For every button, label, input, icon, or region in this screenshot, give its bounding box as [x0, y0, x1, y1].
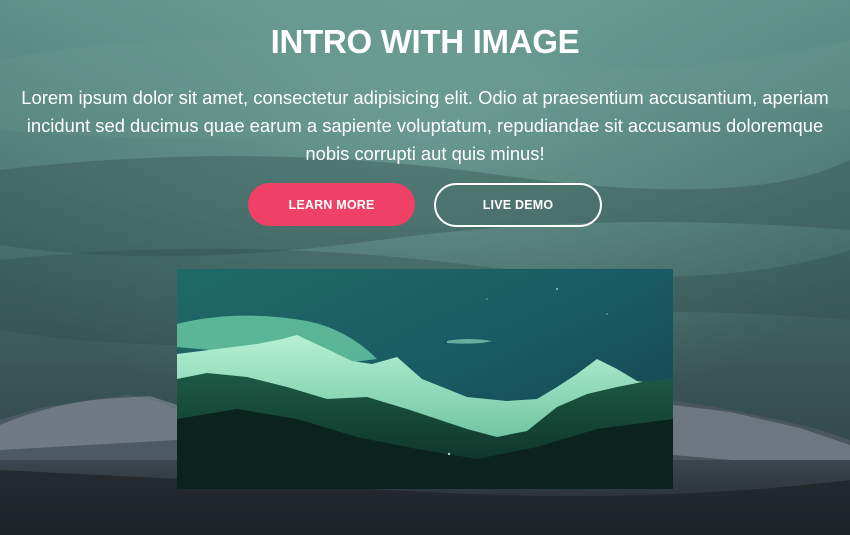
- page-title: INTRO WITH IMAGE: [270, 23, 580, 60]
- learn-more-button[interactable]: LEARN MORE: [248, 183, 415, 226]
- intro-description: Lorem ipsum dolor sit amet, consectetur …: [21, 87, 829, 164]
- live-demo-button[interactable]: LIVE DEMO: [434, 183, 602, 227]
- feature-image: [177, 269, 673, 489]
